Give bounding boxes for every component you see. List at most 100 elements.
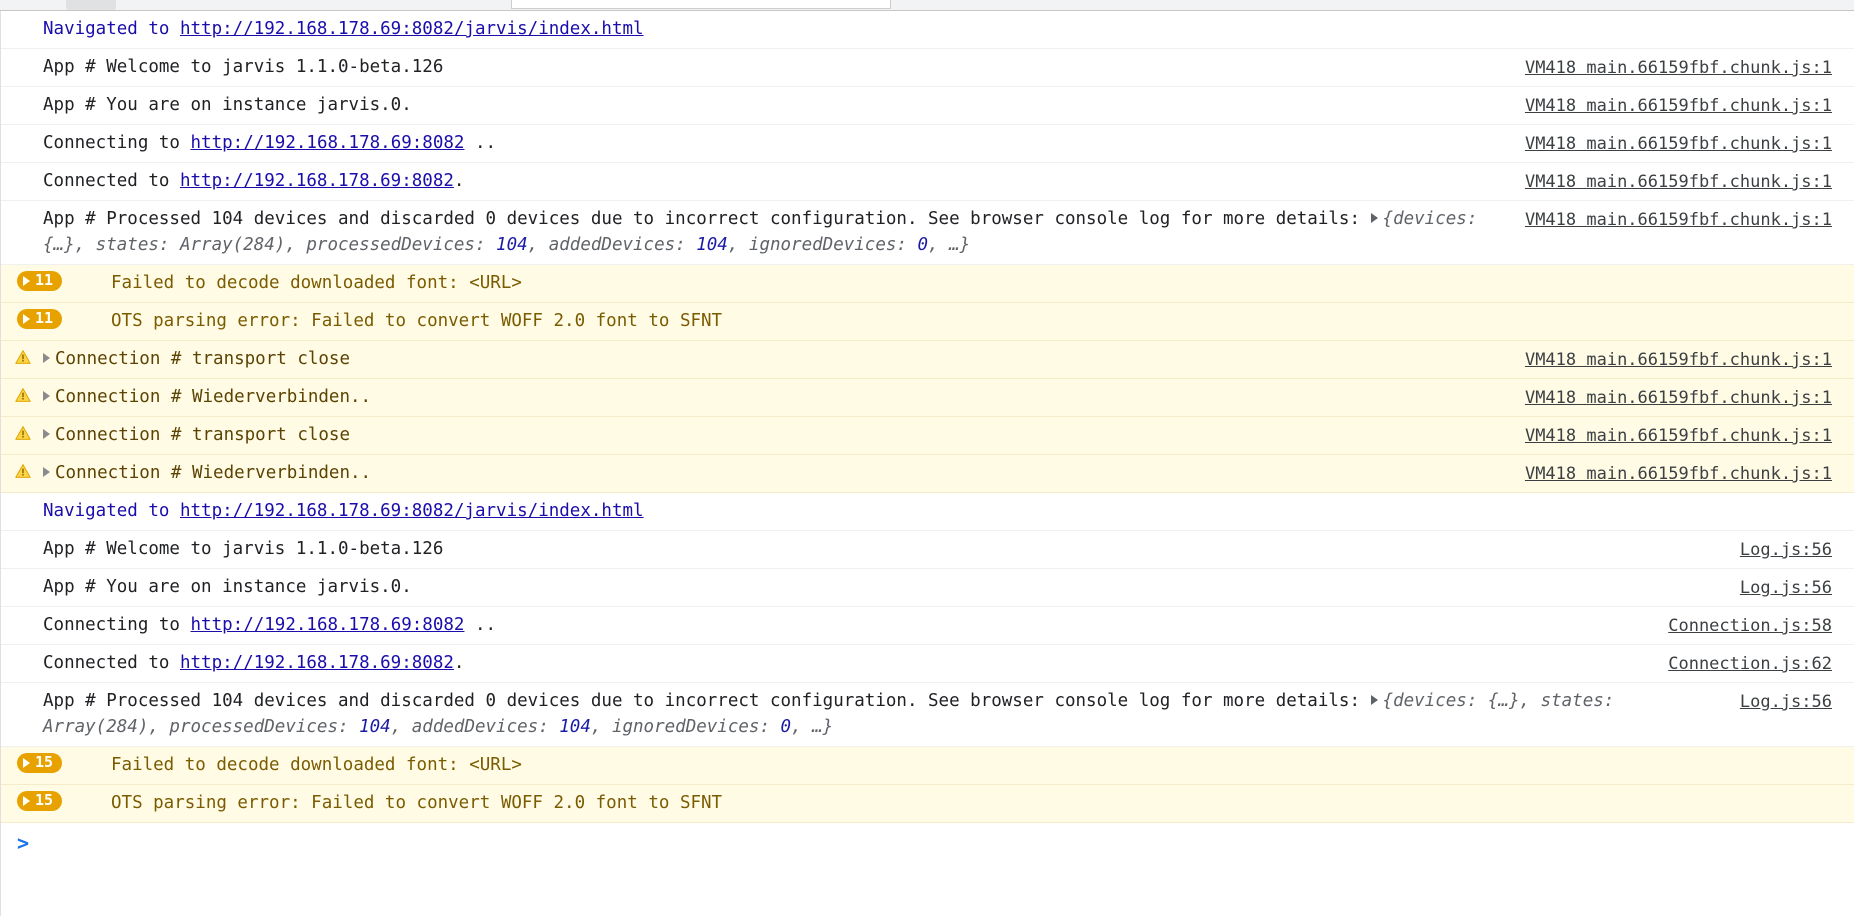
console-row-group[interactable]: 11 Failed to decode downloaded font: <URL… bbox=[1, 265, 1854, 303]
toolbar-button[interactable] bbox=[66, 0, 116, 10]
object-number-value: 104 bbox=[696, 235, 728, 255]
console-row-log[interactable]: Connected to http://192.168.178.69:8082.… bbox=[1, 163, 1854, 201]
expand-warning-triangle[interactable] bbox=[43, 467, 50, 477]
expand-object-triangle[interactable] bbox=[1370, 695, 1378, 705]
warning-message: Connection # Wiederverbinden.. bbox=[43, 455, 1507, 492]
console-row-group[interactable]: 15 OTS parsing error: Failed to convert W… bbox=[1, 785, 1854, 823]
source-link-cell: Log.js:56 bbox=[1722, 531, 1854, 563]
console-row-log[interactable]: App # You are on instance jarvis.0. VM418… bbox=[1, 87, 1854, 125]
source-link-cell bbox=[1804, 303, 1854, 335]
console-row-navigation[interactable]: Navigated to http://192.168.178.69:8082/… bbox=[1, 11, 1854, 49]
source-link[interactable]: Log.js:56 bbox=[1740, 578, 1832, 598]
console-row-log[interactable]: App # Welcome to jarvis 1.1.0-beta.126 VM… bbox=[1, 49, 1854, 87]
source-link-cell bbox=[1804, 493, 1854, 525]
devtools-toolbar bbox=[0, 0, 1854, 11]
log-message: App # You are on instance jarvis.0. bbox=[43, 95, 412, 115]
prompt-chevron-icon: > bbox=[17, 831, 30, 855]
console-prompt-input[interactable] bbox=[29, 823, 1854, 851]
source-link[interactable]: VM418 main.66159fbf.chunk.js:1 bbox=[1525, 172, 1832, 192]
group-message: Failed to decode downloaded font: <URL> bbox=[111, 755, 522, 775]
row-gutter: 15 bbox=[1, 747, 99, 779]
console-message-list[interactable]: Navigated to http://192.168.178.69:8082/… bbox=[0, 11, 1854, 916]
source-link[interactable]: VM418 main.66159fbf.chunk.js:1 bbox=[1525, 464, 1832, 484]
group-count-value: 15 bbox=[35, 791, 54, 809]
source-link-cell bbox=[1804, 747, 1854, 779]
log-text-suffix: .. bbox=[464, 615, 497, 635]
group-count-badge[interactable]: 11 bbox=[17, 309, 63, 329]
navigated-url-link[interactable]: http://192.168.178.69:8082/jarvis/index.… bbox=[180, 501, 644, 521]
source-link-cell: VM418 main.66159fbf.chunk.js:1 bbox=[1507, 341, 1854, 373]
navigated-url-link[interactable]: http://192.168.178.69:8082/jarvis/index.… bbox=[180, 19, 644, 39]
console-row-log[interactable]: App # You are on instance jarvis.0. Log.j… bbox=[1, 569, 1854, 607]
console-row-warning[interactable]: Connection # transport close VM418 main.6… bbox=[1, 417, 1854, 455]
source-link[interactable]: VM418 main.66159fbf.chunk.js:1 bbox=[1525, 388, 1832, 408]
console-row-group[interactable]: 15 Failed to decode downloaded font: <URL… bbox=[1, 747, 1854, 785]
row-gutter: 11 bbox=[1, 265, 99, 297]
source-link[interactable]: VM418 main.66159fbf.chunk.js:1 bbox=[1525, 350, 1832, 370]
group-count-badge[interactable]: 15 bbox=[17, 753, 63, 773]
source-link-cell: VM418 main.66159fbf.chunk.js:1 bbox=[1507, 163, 1854, 195]
log-url-link[interactable]: http://192.168.178.69:8082 bbox=[191, 615, 465, 635]
console-row-warning[interactable]: Connection # transport close VM418 main.6… bbox=[1, 341, 1854, 379]
source-link-cell: Log.js:56 bbox=[1722, 683, 1854, 715]
row-gutter bbox=[1, 569, 43, 601]
expand-warning-triangle[interactable] bbox=[43, 353, 50, 363]
expand-group-triangle-icon[interactable] bbox=[23, 313, 30, 324]
source-link-cell bbox=[1804, 11, 1854, 43]
log-url-link[interactable]: http://192.168.178.69:8082 bbox=[180, 171, 454, 191]
object-number-value: 104 bbox=[496, 235, 528, 255]
source-link[interactable]: Log.js:56 bbox=[1740, 540, 1832, 560]
row-gutter bbox=[1, 493, 43, 525]
log-message: App # Processed 104 devices and discarde… bbox=[43, 683, 1722, 746]
source-link[interactable]: VM418 main.66159fbf.chunk.js:1 bbox=[1525, 134, 1832, 154]
console-row-log[interactable]: Connected to http://192.168.178.69:8082.… bbox=[1, 645, 1854, 683]
console-filter-input[interactable] bbox=[511, 0, 891, 9]
source-link-cell bbox=[1804, 785, 1854, 817]
console-row-log-object[interactable]: App # Processed 104 devices and discarde… bbox=[1, 201, 1854, 265]
row-gutter bbox=[1, 87, 43, 119]
log-message: Connected to http://192.168.178.69:8082. bbox=[43, 163, 1507, 200]
warning-message: Connection # transport close bbox=[43, 417, 1507, 454]
object-number-value: 104 bbox=[559, 717, 591, 737]
console-row-log-object[interactable]: App # Processed 104 devices and discarde… bbox=[1, 683, 1854, 747]
warning-icon bbox=[15, 425, 31, 441]
navigation-message: Navigated to http://192.168.178.69:8082/… bbox=[43, 11, 1804, 48]
group-count-badge[interactable]: 15 bbox=[17, 791, 63, 811]
console-row-group[interactable]: 11 OTS parsing error: Failed to convert W… bbox=[1, 303, 1854, 341]
console-row-warning[interactable]: Connection # Wiederverbinden.. VM418 main… bbox=[1, 455, 1854, 493]
expand-group-triangle-icon[interactable] bbox=[23, 795, 30, 806]
expand-group-triangle-icon[interactable] bbox=[23, 757, 30, 768]
expand-warning-triangle[interactable] bbox=[43, 391, 50, 401]
log-message: App # You are on instance jarvis.0. bbox=[43, 577, 412, 597]
expand-warning-triangle[interactable] bbox=[43, 429, 50, 439]
expand-group-triangle-icon[interactable] bbox=[23, 275, 30, 286]
object-number-value: 0 bbox=[780, 717, 792, 737]
console-row-log[interactable]: Connecting to http://192.168.178.69:8082… bbox=[1, 125, 1854, 163]
row-gutter bbox=[1, 341, 43, 373]
log-url-link[interactable]: http://192.168.178.69:8082 bbox=[191, 133, 465, 153]
console-row-warning[interactable]: Connection # Wiederverbinden.. VM418 main… bbox=[1, 379, 1854, 417]
expand-object-triangle[interactable] bbox=[1370, 213, 1378, 223]
group-count-badge[interactable]: 11 bbox=[17, 271, 63, 291]
source-link[interactable]: Log.js:56 bbox=[1740, 692, 1832, 712]
source-link[interactable]: VM418 main.66159fbf.chunk.js:1 bbox=[1525, 210, 1832, 230]
console-row-navigation[interactable]: Navigated to http://192.168.178.69:8082/… bbox=[1, 493, 1854, 531]
source-link[interactable]: Connection.js:62 bbox=[1668, 654, 1832, 674]
log-url-link[interactable]: http://192.168.178.69:8082 bbox=[180, 653, 454, 673]
console-prompt-row[interactable]: > bbox=[1, 823, 1854, 863]
console-row-log[interactable]: App # Welcome to jarvis 1.1.0-beta.126 Lo… bbox=[1, 531, 1854, 569]
source-link-cell: Log.js:56 bbox=[1722, 569, 1854, 601]
log-message: Connecting to http://192.168.178.69:8082… bbox=[43, 607, 1650, 644]
source-link-cell: VM418 main.66159fbf.chunk.js:1 bbox=[1507, 417, 1854, 449]
source-link[interactable]: VM418 main.66159fbf.chunk.js:1 bbox=[1525, 426, 1832, 446]
log-text-prefix: Connected to bbox=[43, 653, 180, 673]
log-text-suffix: .. bbox=[464, 133, 497, 153]
object-number-value: 0 bbox=[917, 235, 929, 255]
console-row-log[interactable]: Connecting to http://192.168.178.69:8082… bbox=[1, 607, 1854, 645]
group-message: OTS parsing error: Failed to convert WOF… bbox=[111, 311, 723, 331]
source-link[interactable]: VM418 main.66159fbf.chunk.js:1 bbox=[1525, 58, 1832, 78]
log-message: App # Welcome to jarvis 1.1.0-beta.126 bbox=[43, 57, 444, 77]
source-link[interactable]: Connection.js:58 bbox=[1668, 616, 1832, 636]
source-link[interactable]: VM418 main.66159fbf.chunk.js:1 bbox=[1525, 96, 1832, 116]
source-link-cell: VM418 main.66159fbf.chunk.js:1 bbox=[1507, 49, 1854, 81]
